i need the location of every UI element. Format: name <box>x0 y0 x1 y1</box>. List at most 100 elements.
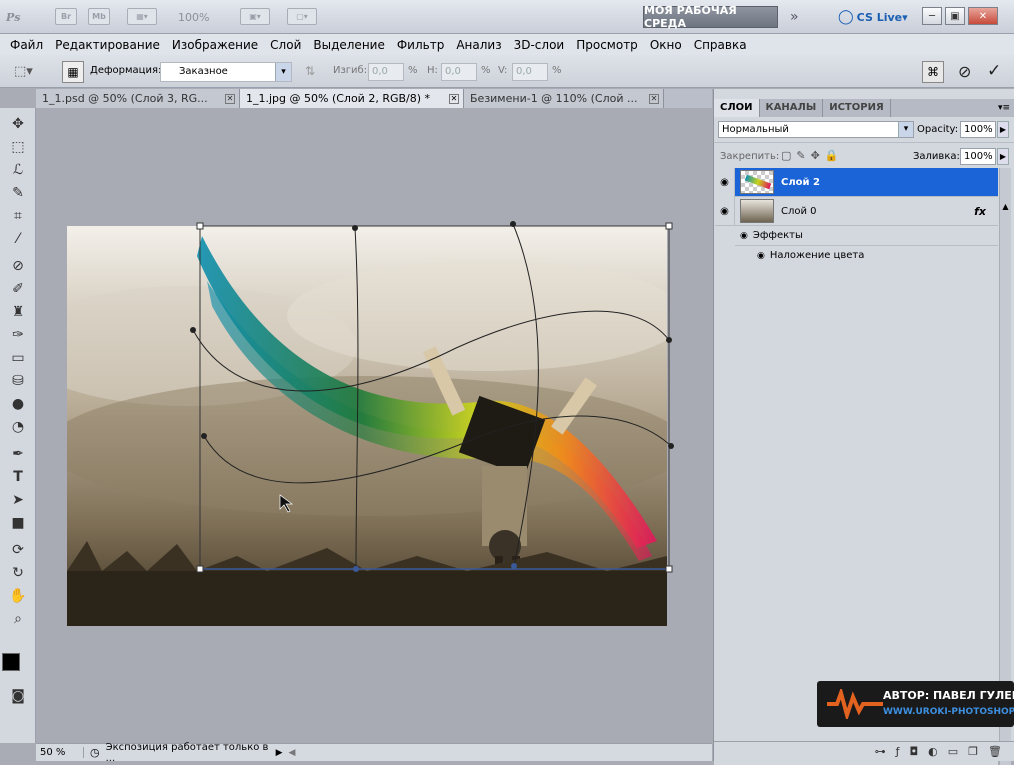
zoom-tool-icon[interactable]: ⌕ <box>8 609 28 629</box>
mesh-handle[interactable] <box>190 327 196 333</box>
corner-handle[interactable] <box>196 565 204 573</box>
cs-live-button[interactable]: ◯ CS Live ▾ <box>838 6 908 28</box>
clone-stamp-tool-icon[interactable]: ♜ <box>8 302 28 322</box>
warp-mode-icon[interactable]: ⌘ <box>922 61 944 83</box>
opacity-input[interactable]: 100% <box>960 121 996 138</box>
menu-help[interactable]: Справка <box>688 38 753 52</box>
adjustment-layer-icon[interactable]: ◐ <box>928 745 938 758</box>
tab-layers[interactable]: СЛОИ <box>714 99 760 117</box>
paint-bucket-tool-icon[interactable]: ⛁ <box>8 371 28 391</box>
menu-image[interactable]: Изображение <box>166 38 264 52</box>
arrange-documents-icon[interactable]: ▣▾ <box>240 8 270 25</box>
corner-handle[interactable] <box>665 222 673 230</box>
new-layer-icon[interactable]: ❐ <box>968 745 978 758</box>
bend-input[interactable]: 0,0 <box>368 63 404 81</box>
eye-icon[interactable]: ◉ <box>757 251 765 261</box>
close-icon[interactable]: ✕ <box>449 93 459 104</box>
orientation-icon[interactable]: ⇅ <box>305 64 315 78</box>
3d-rotate-tool-icon[interactable]: ⟳ <box>8 540 28 560</box>
extras-icon[interactable]: ▦▾ <box>127 8 157 25</box>
scroll-left-icon[interactable]: ◀ <box>289 748 296 758</box>
mesh-handle[interactable] <box>353 566 359 572</box>
eraser-tool-icon[interactable]: ▭ <box>8 348 28 368</box>
mesh-handle[interactable] <box>668 443 674 449</box>
v-input[interactable]: 0,0 <box>512 63 548 81</box>
eye-icon[interactable]: ◉ <box>715 196 735 226</box>
mesh-handle[interactable] <box>510 221 516 227</box>
3d-orbit-tool-icon[interactable]: ↻ <box>8 563 28 583</box>
opacity-slider-arrow-icon[interactable]: ▶ <box>997 121 1009 138</box>
zoom-level[interactable]: 100% <box>178 6 209 28</box>
menu-analysis[interactable]: Анализ <box>450 38 507 52</box>
healing-brush-tool-icon[interactable]: ⊘ <box>8 256 28 276</box>
new-group-icon[interactable]: ▭ <box>948 745 958 758</box>
effects-row[interactable]: ◉ Эффекты <box>735 226 998 246</box>
foreground-color-swatch[interactable] <box>2 653 20 671</box>
lock-icons[interactable]: ▢✎✥🔒 <box>781 149 844 162</box>
blur-tool-icon[interactable]: ● <box>8 394 28 414</box>
mesh-handle[interactable] <box>201 433 207 439</box>
warp-mesh[interactable] <box>36 108 712 743</box>
fill-input[interactable]: 100% <box>960 148 996 165</box>
tab-channels[interactable]: КАНАЛЫ <box>760 99 824 117</box>
tab-document-2[interactable]: 1_1.jpg @ 50% (Слой 2, RGB/8) * ✕ <box>240 89 464 108</box>
lasso-tool-icon[interactable]: ℒ <box>8 160 28 180</box>
tab-document-1[interactable]: 1_1.psd @ 50% (Слой 3, RG... ✕ <box>36 89 240 108</box>
warp-style-select[interactable]: Заказное ▾ <box>160 62 292 82</box>
mesh-handle[interactable] <box>352 225 358 231</box>
path-select-tool-icon[interactable]: ➤ <box>8 490 28 510</box>
layer-row[interactable]: ◉ Слой 2 <box>715 167 998 197</box>
status-info-icon[interactable]: ◷ <box>90 746 100 759</box>
mesh-handle[interactable] <box>511 563 517 569</box>
hand-tool-icon[interactable]: ✋ <box>8 586 28 606</box>
scroll-up-icon[interactable]: ▲ <box>1000 202 1011 211</box>
menu-3d[interactable]: 3D-слои <box>508 38 571 52</box>
add-mask-icon[interactable]: ◘ <box>909 745 918 758</box>
corner-handle[interactable] <box>196 222 204 230</box>
bridge-button[interactable]: Br <box>55 8 77 25</box>
restore-button[interactable]: ▣ <box>945 7 965 25</box>
layers-scrollbar[interactable]: ▲ <box>999 168 1011 765</box>
canvas-area[interactable] <box>36 108 712 743</box>
move-tool-icon[interactable]: ✥ <box>8 114 28 134</box>
link-layers-icon[interactable]: ⊶ <box>875 745 886 758</box>
commit-transform-icon[interactable]: ✓ <box>987 61 1001 81</box>
menu-file[interactable]: Файл <box>4 38 49 52</box>
screen-mode-icon[interactable]: ▢▾ <box>287 8 317 25</box>
blend-mode-select[interactable]: Нормальный ▾ <box>718 121 914 138</box>
cancel-transform-icon[interactable]: ⊘ <box>958 62 971 81</box>
marquee-tool-icon[interactable]: ⬚ <box>8 137 28 157</box>
crop-tool-icon[interactable]: ⌗ <box>8 206 28 226</box>
mini-bridge-button[interactable]: Mb <box>88 8 110 25</box>
layer-row[interactable]: ◉ Слой 0 fx <box>715 196 998 226</box>
workspace-button[interactable]: МОЯ РАБОЧАЯ СРЕДА <box>643 4 778 30</box>
fx-icon[interactable]: fx <box>974 205 986 218</box>
eyedropper-tool-icon[interactable]: ⁄ <box>8 229 28 249</box>
quick-mask-icon[interactable]: ◙ <box>8 686 28 706</box>
dodge-tool-icon[interactable]: ◔ <box>8 417 28 437</box>
status-menu-arrow-icon[interactable]: ▶ <box>276 748 283 758</box>
menu-layer[interactable]: Слой <box>264 38 307 52</box>
tab-document-3[interactable]: Безимени-1 @ 110% (Слой ... ✕ <box>464 89 664 108</box>
close-button[interactable]: ✕ <box>968 7 998 25</box>
status-zoom[interactable]: 50 % <box>36 747 84 758</box>
history-brush-tool-icon[interactable]: ✑ <box>8 325 28 345</box>
shape-tool-icon[interactable]: ■ <box>8 513 28 533</box>
eye-icon[interactable]: ◉ <box>715 167 735 197</box>
delete-layer-icon[interactable]: 🗑 <box>988 745 1002 758</box>
minimize-button[interactable]: ─ <box>922 7 942 25</box>
fill-slider-arrow-icon[interactable]: ▶ <box>997 148 1009 165</box>
more-workspaces-icon[interactable]: » <box>790 6 799 28</box>
panel-menu-icon[interactable]: ▾≡ <box>998 99 1014 117</box>
close-icon[interactable]: ✕ <box>225 93 235 104</box>
menu-select[interactable]: Выделение <box>307 38 390 52</box>
effect-item-row[interactable]: ◉ Наложение цвета <box>735 246 998 265</box>
transform-tool-icon[interactable]: ⬚▾ <box>14 64 33 79</box>
add-style-icon[interactable]: ƒ <box>896 745 900 758</box>
menu-edit[interactable]: Редактирование <box>49 38 166 52</box>
mesh-handle[interactable] <box>666 337 672 343</box>
menu-window[interactable]: Окно <box>644 38 688 52</box>
brush-tool-icon[interactable]: ✐ <box>8 279 28 299</box>
type-tool-icon[interactable]: T <box>8 467 28 487</box>
h-input[interactable]: 0,0 <box>441 63 477 81</box>
